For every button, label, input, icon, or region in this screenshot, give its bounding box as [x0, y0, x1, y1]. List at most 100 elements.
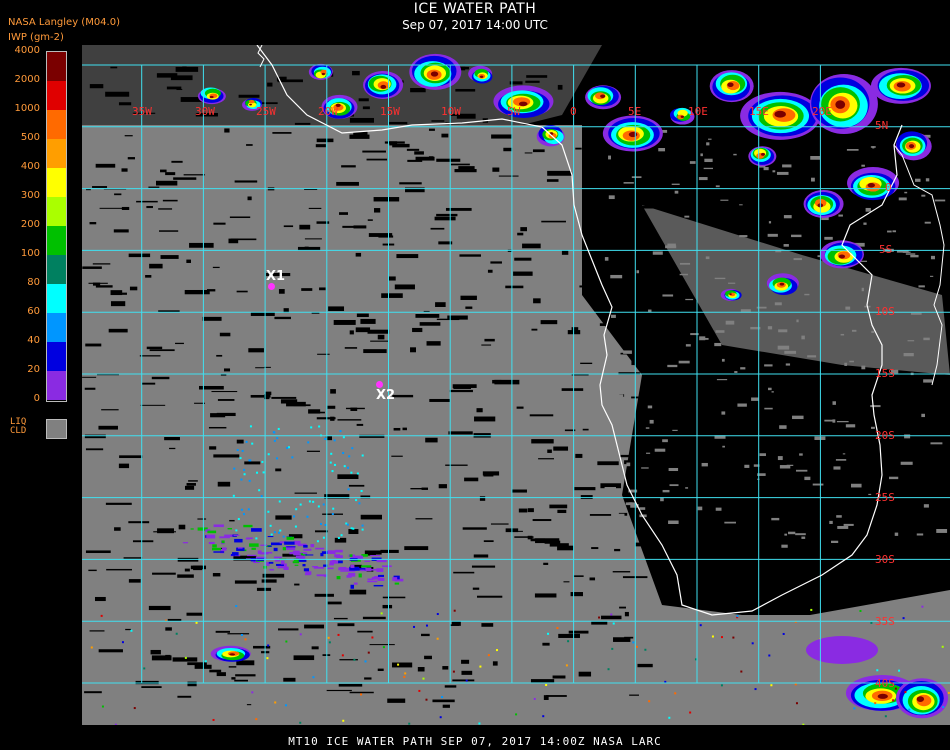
liquid-cloud-speck	[861, 365, 866, 370]
clear-sky-gap	[624, 611, 629, 617]
liquid-cloud-speck	[934, 199, 946, 202]
clear-sky-gap	[234, 679, 248, 682]
clear-sky-gap	[491, 134, 513, 139]
ice-speck	[720, 636, 723, 639]
liquid-cloud-speck	[768, 387, 772, 391]
clear-sky-gap	[360, 514, 382, 520]
ice-speck	[240, 633, 243, 636]
liquid-cloud-speck	[851, 329, 857, 332]
clear-sky-gap	[183, 174, 205, 176]
ice-speck	[101, 705, 104, 708]
thin-ice-streak	[364, 560, 371, 562]
ice-speck	[751, 642, 754, 645]
clear-sky-gap	[364, 677, 372, 680]
ice-cloud-cell	[249, 103, 253, 106]
clear-sky-gap	[442, 666, 449, 670]
ice-speck	[367, 651, 370, 654]
liquid-cloud-speck	[645, 427, 650, 429]
clear-sky-gap	[591, 621, 608, 625]
clear-sky-gap	[202, 316, 222, 321]
clear-sky-gap	[532, 149, 545, 153]
satellite-map[interactable]: 35W 30W 25W 20W 15W 10W 5W 0 5E 10E 15E …	[82, 45, 950, 725]
clear-sky-gap	[356, 423, 364, 426]
liquid-cloud-speck	[812, 483, 824, 486]
liquid-cloud-speck	[646, 452, 651, 454]
thin-ice-streak	[211, 547, 222, 551]
clear-sky-gap	[611, 270, 622, 274]
clear-sky-gap	[98, 425, 118, 430]
ice-speck	[316, 540, 319, 543]
liquid-cloud-speck	[792, 415, 804, 420]
clear-sky-gap	[275, 515, 292, 520]
ice-speck	[403, 675, 406, 678]
thin-ice-streak	[367, 578, 373, 581]
clear-sky-gap	[118, 463, 130, 469]
clear-sky-gap	[110, 301, 126, 307]
colorbar-swatch	[47, 255, 66, 284]
clear-sky-gap	[92, 263, 111, 265]
thin-ice-streak	[310, 543, 315, 548]
liquid-cloud-speck	[722, 445, 725, 448]
clear-sky-gap	[151, 376, 170, 380]
clear-sky-gap	[234, 180, 258, 183]
clear-sky-gap	[160, 169, 167, 173]
clear-sky-gap	[217, 399, 235, 401]
liquid-cloud-speck	[923, 337, 930, 341]
liquid-cloud-speck	[667, 243, 676, 247]
lon-label-35w: 35W	[132, 105, 152, 118]
liquid-cloud-speck	[796, 319, 799, 323]
liquid-cloud-speck	[689, 161, 696, 164]
liquid-cloud-speck	[903, 352, 914, 357]
thin-ice-streak	[267, 545, 272, 547]
ice-speck	[346, 466, 349, 469]
thin-ice-streak	[283, 566, 289, 570]
clear-sky-gap	[417, 667, 425, 672]
liquid-cloud-speck	[734, 371, 738, 373]
clear-sky-gap	[389, 141, 398, 146]
clear-sky-gap	[166, 86, 182, 90]
clear-sky-gap	[261, 579, 277, 583]
clear-sky-gap	[619, 606, 626, 609]
clear-sky-gap	[286, 401, 306, 407]
clear-sky-gap	[579, 285, 589, 288]
thin-ice-streak	[329, 563, 335, 566]
thin-ice-streak	[376, 559, 387, 563]
ice-speck	[195, 621, 198, 624]
thin-ice-streak	[315, 547, 325, 550]
ice-cloud-cell	[680, 115, 685, 118]
thin-ice-streak	[368, 568, 379, 571]
clear-sky-gap	[106, 568, 132, 571]
thin-ice-streak	[282, 547, 287, 551]
ice-speck	[276, 457, 279, 460]
ice-speck	[308, 500, 311, 503]
ice-speck	[235, 605, 238, 608]
lat-label-40s: 40S	[875, 677, 895, 690]
clear-sky-gap	[293, 655, 315, 661]
liquid-cloud-speck	[669, 484, 679, 487]
ice-speck	[273, 431, 276, 434]
liquid-cloud-speck	[845, 306, 851, 310]
clear-sky-gap	[374, 208, 381, 213]
ice-speck	[255, 537, 258, 540]
clear-sky-gap	[391, 662, 413, 668]
ice-speck	[121, 641, 124, 644]
clear-sky-gap	[434, 216, 456, 221]
liquid-cloud-speck	[779, 465, 791, 469]
point-x2-marker[interactable]	[376, 381, 383, 388]
clear-sky-gap	[441, 133, 449, 138]
ice-speck	[740, 670, 743, 673]
clear-sky-gap	[217, 481, 231, 487]
clear-sky-gap	[355, 252, 362, 257]
clear-sky-gap	[140, 404, 166, 406]
ice-speck	[243, 513, 246, 516]
clear-sky-gap	[148, 605, 171, 611]
clear-sky-gap	[275, 468, 282, 472]
liquid-cloud-speck	[918, 285, 925, 288]
ice-speck	[322, 536, 325, 539]
clear-sky-gap	[362, 150, 386, 153]
clear-sky-gap	[175, 66, 199, 72]
clear-sky-gap	[352, 70, 360, 76]
liquid-cloud-speck	[674, 190, 679, 194]
ice-speck	[241, 449, 244, 452]
point-x1-marker[interactable]	[268, 283, 275, 290]
